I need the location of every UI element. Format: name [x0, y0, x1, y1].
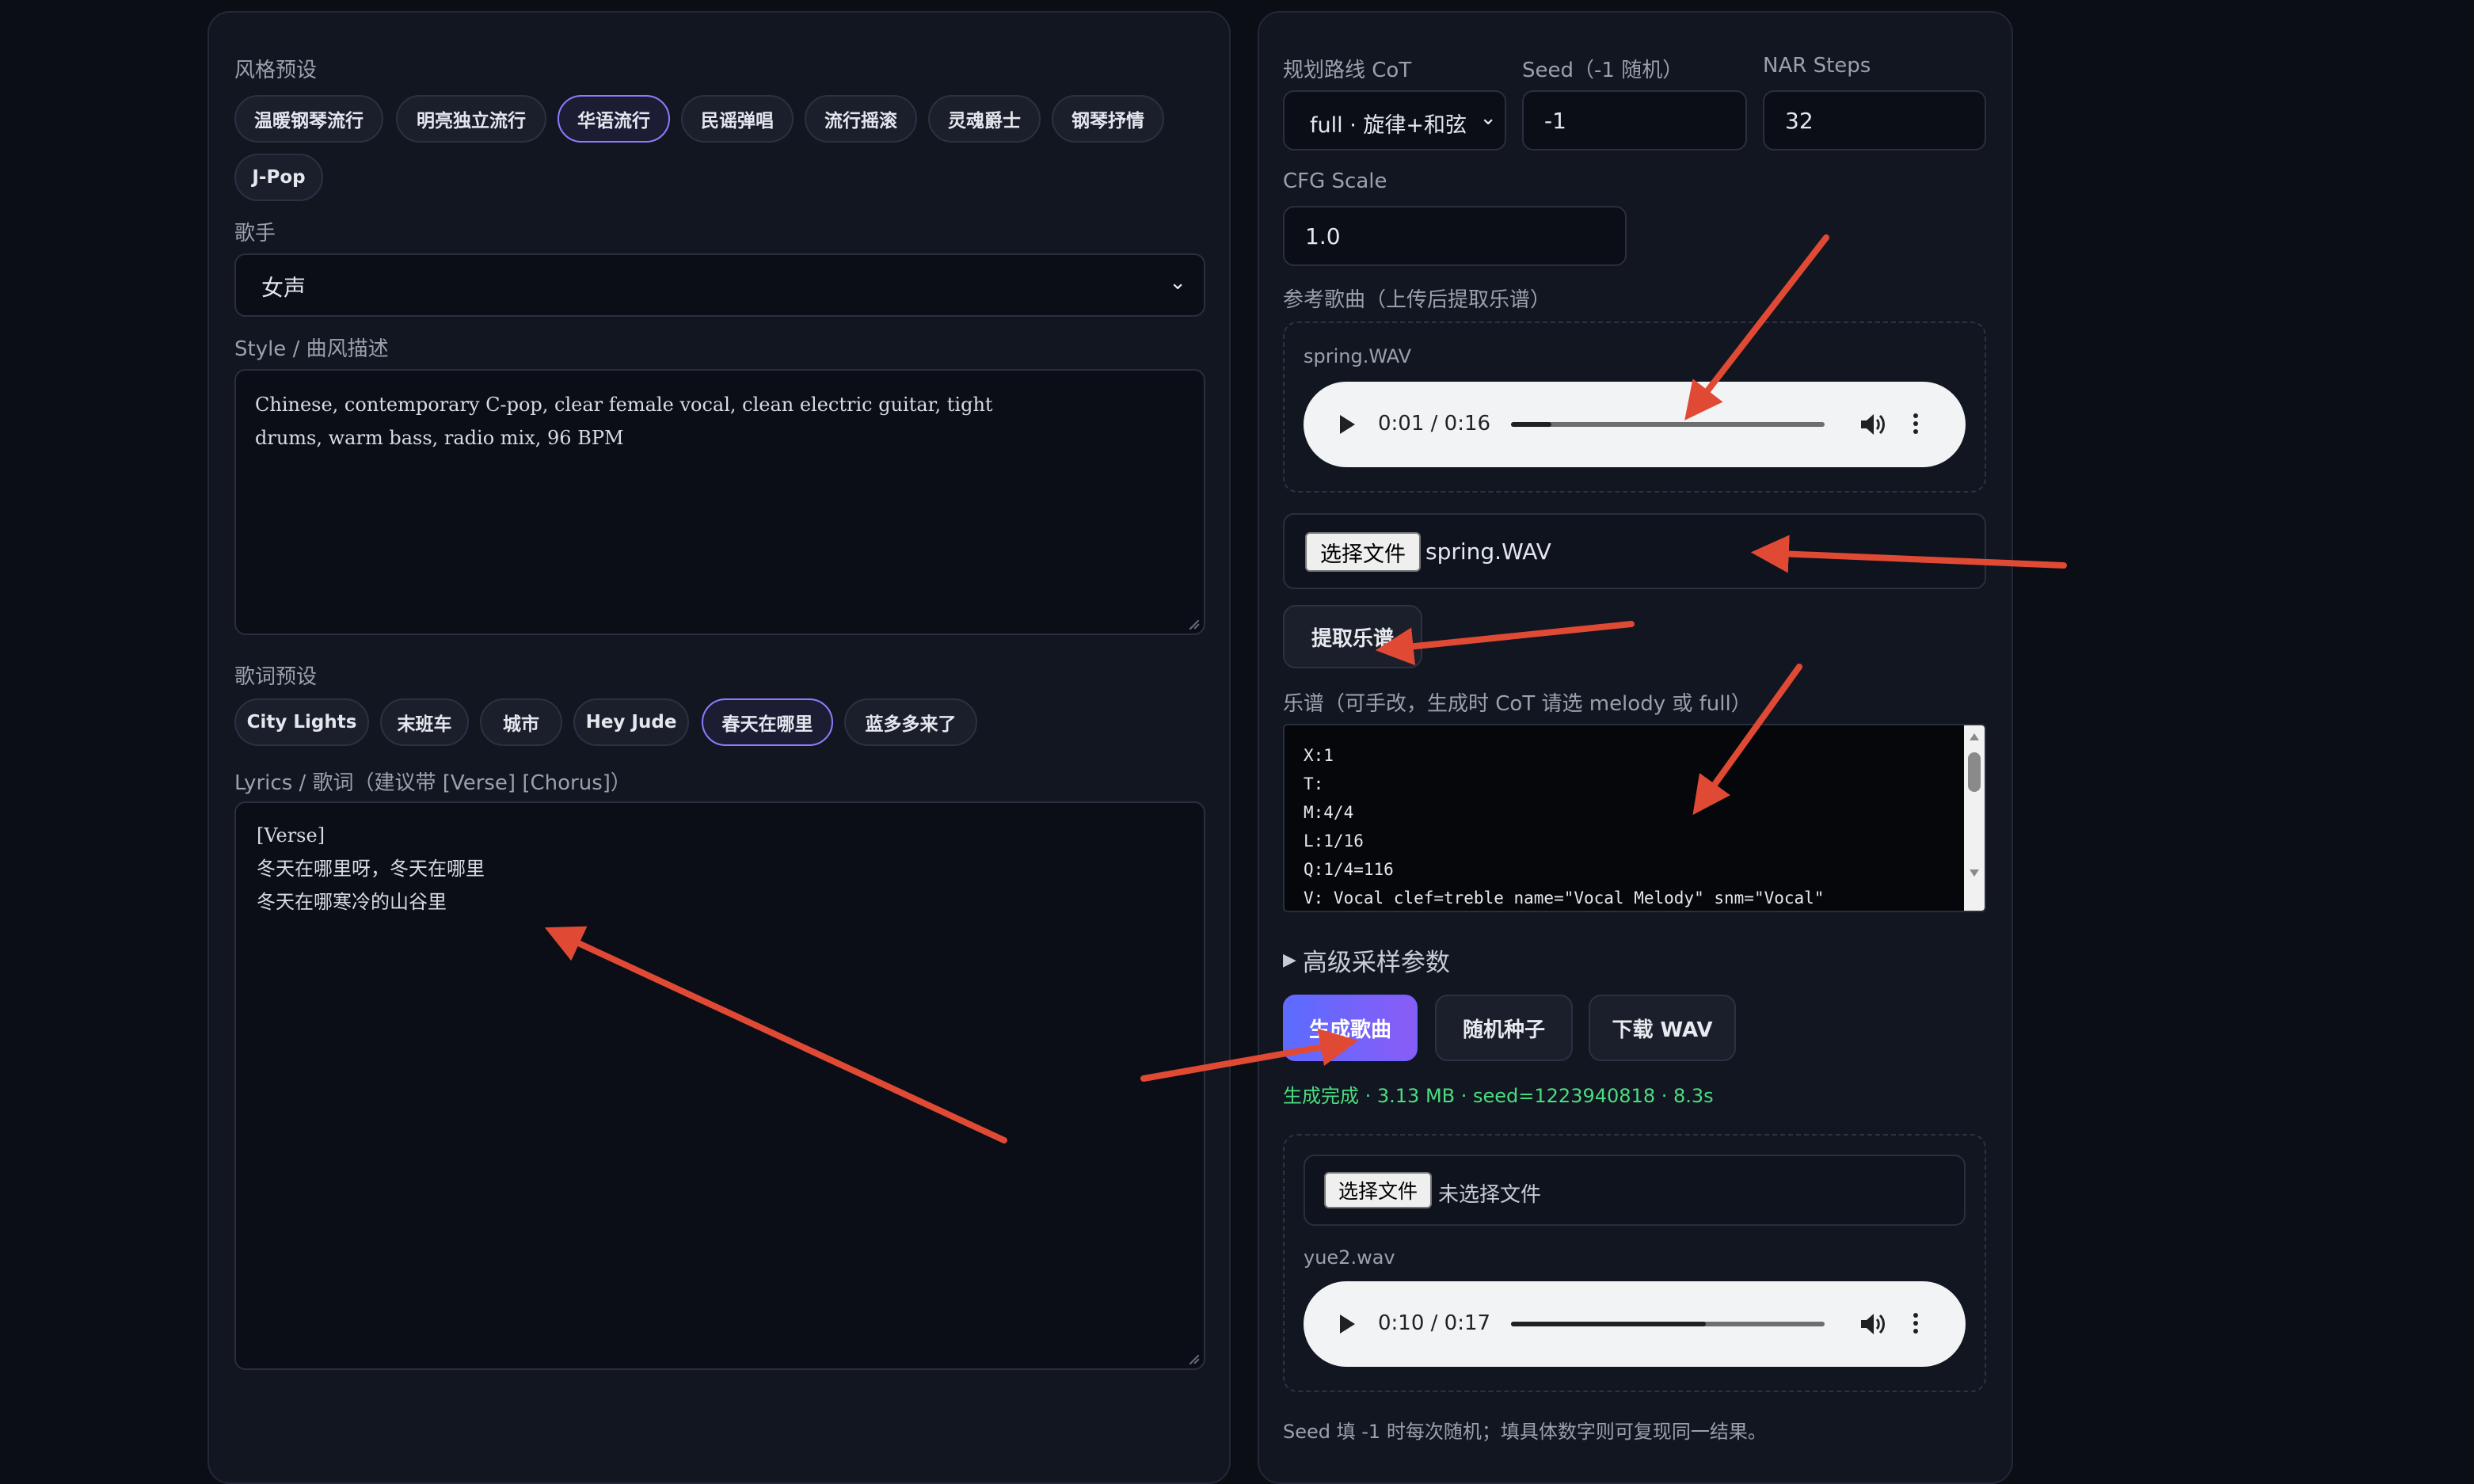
annotation-arrow: [1375, 621, 1635, 666]
annotation-arrow: [1692, 664, 1802, 816]
annotation-arrow: [1140, 1028, 1359, 1082]
annotation-arrow: [544, 926, 1007, 1143]
annotation-arrow: [1684, 234, 1829, 420]
annotation-arrow: [1750, 535, 2067, 573]
annotation-arrows: [544, 234, 2067, 1143]
